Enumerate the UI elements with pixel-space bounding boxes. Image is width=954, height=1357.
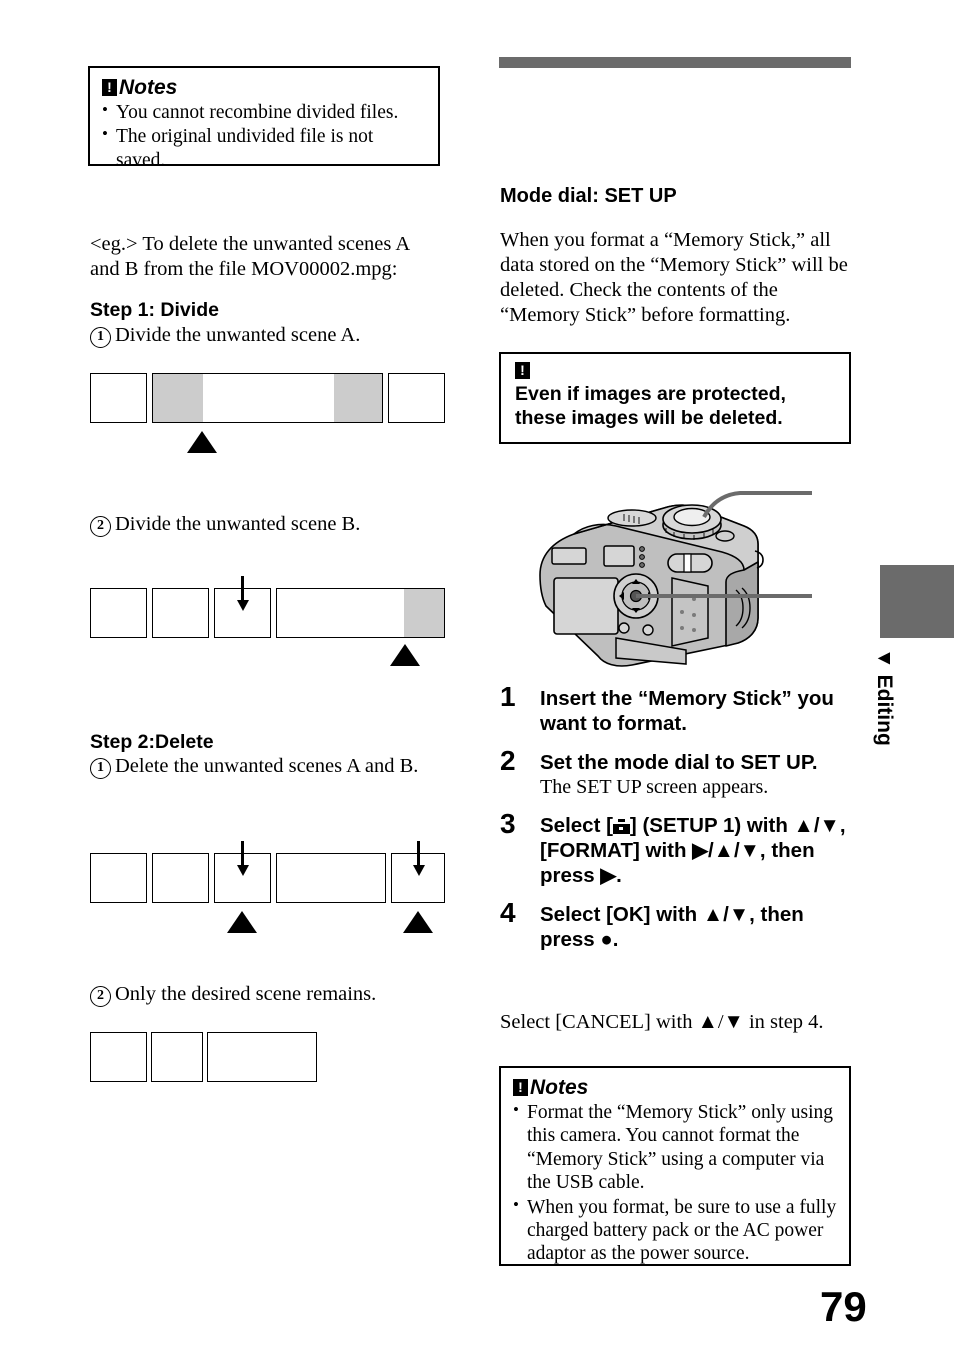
step-1-text: Insert the “Memory Stick” you want to fo… — [540, 687, 834, 735]
notes-list: Format the “Memory Stick” only using thi… — [513, 1100, 837, 1266]
step2-item2: 2 Only the desired scene remains. — [90, 982, 440, 1007]
list-item: When you format, be sure to use a fully … — [513, 1195, 837, 1266]
step-2-subtext: The SET UP screen appears. — [540, 776, 769, 798]
step2-item2-label: Only the desired scene remains. — [115, 983, 377, 1005]
filmstrip-diagram-2 — [90, 576, 450, 678]
divide-point-marker — [390, 644, 420, 666]
step2-item1: 1 Delete the unwanted scenes A and B. — [90, 754, 435, 779]
step-3-prefix: Select [ — [540, 814, 613, 837]
side-tab-label: ▼ Editing — [872, 648, 896, 746]
circled-number: 2 — [90, 986, 111, 1007]
list-item: Format the “Memory Stick” only using thi… — [513, 1100, 837, 1195]
filmstrip-diagram-1 — [90, 373, 450, 453]
tab-marker: ▼ — [873, 648, 896, 669]
caution-box: ! Even if images are protected, these im… — [499, 352, 851, 444]
page-number: 79 — [820, 1283, 867, 1330]
power-button — [715, 530, 735, 542]
filmstrip-cell-divided — [152, 373, 383, 423]
step1-item1: 1 Divide the unwanted scene A. — [90, 323, 440, 348]
caution-icon: ! — [515, 362, 530, 379]
camera-rear-illustration — [512, 478, 812, 673]
caution-text: Even if images are protected, these imag… — [515, 383, 786, 429]
step-number: 3 — [500, 808, 516, 839]
caution-icon: ! — [102, 79, 117, 97]
callout-line-mode-dial — [702, 491, 812, 519]
step-4-text: Select [OK] with ▲/▼, then press ●. — [540, 903, 804, 951]
manual-page: !Notes You cannot recombine divided file… — [0, 0, 954, 1357]
filmstrip-cell — [90, 588, 147, 638]
filmstrip-cell — [276, 853, 386, 903]
list-item: You cannot recombine divided files. — [102, 100, 426, 124]
tab-text: Editing — [873, 674, 896, 746]
divide-point-marker — [187, 431, 217, 453]
procedure-steps: 1 Insert the “Memory Stick” you want to … — [500, 681, 856, 966]
step-number: 2 — [500, 745, 516, 776]
step-4: 4 Select [OK] with ▲/▼, then press ●. — [500, 897, 856, 952]
notes-box-right: !Notes Format the “Memory Stick” only us… — [499, 1066, 851, 1266]
divide-point-marker — [227, 911, 257, 933]
viewfinder-eyepiece — [603, 545, 635, 567]
delete-arrow-shaft — [241, 576, 244, 602]
filmstrip-cell — [152, 853, 209, 903]
filmstrip-cell — [151, 1032, 203, 1082]
scene-b-segment — [334, 374, 382, 422]
cancel-instruction: Select [CANCEL] with ▲/▼ in step 4. — [500, 1010, 852, 1035]
step2-item1-label: Delete the unwanted scenes A and B. — [115, 755, 419, 777]
step2-heading: Step 2:Delete — [90, 731, 214, 753]
filmstrip-cell — [90, 1032, 147, 1082]
lcd-screen — [553, 577, 619, 635]
circled-number: 1 — [90, 758, 111, 779]
list-item: The original undivided file is not saved… — [102, 124, 426, 172]
step1-heading: Step 1: Divide — [90, 299, 219, 321]
caution-icon: ! — [513, 1079, 528, 1097]
notes-list: You cannot recombine divided files. The … — [102, 100, 426, 172]
section-title: Mode dial: SET UP — [500, 185, 677, 207]
delete-arrow-shaft — [417, 841, 420, 867]
filmstrip-cell — [152, 588, 209, 638]
step-2-text: Set the mode dial to SET UP. — [540, 751, 818, 774]
filmstrip-cell-divided — [276, 588, 445, 638]
grip-panel — [671, 577, 709, 647]
camera-svg — [539, 491, 812, 667]
step-2: 2 Set the mode dial to SET UP. The SET U… — [500, 745, 856, 799]
cancel-text: Select [CANCEL] with ▲/▼ in step 4. — [500, 1011, 824, 1033]
notes-title: ! Notes — [513, 1076, 837, 1099]
delete-arrow-head — [236, 600, 249, 611]
shutter-area — [607, 509, 657, 527]
delete-arrow-head — [236, 865, 249, 876]
intro-paragraph: When you format a “Memory Stick,” all da… — [500, 229, 848, 326]
side-tab-block — [880, 565, 954, 638]
filmstrip-diagram-4 — [90, 1032, 450, 1087]
filmstrip-diagram-3 — [90, 841, 450, 948]
step1-item2: 2 Divide the unwanted scene B. — [90, 512, 440, 537]
circled-number: 2 — [90, 516, 111, 537]
filmstrip-cell — [90, 853, 147, 903]
step-number: 1 — [500, 681, 516, 712]
setup-menu-icon — [612, 819, 630, 834]
step-3: 3 Select [] (SETUP 1) with ▲/▼, [FORMAT]… — [500, 808, 856, 888]
section-rule — [499, 57, 851, 68]
viewfinder-window — [551, 547, 587, 565]
scene-a-segment — [153, 374, 203, 422]
filmstrip-cell — [90, 373, 147, 423]
step-number: 4 — [500, 897, 516, 928]
delete-arrow-head — [412, 865, 425, 876]
example-paragraph: <eg.> To delete the unwanted scenes A an… — [90, 233, 410, 280]
circled-number: 1 — [90, 327, 111, 348]
step-1: 1 Insert the “Memory Stick” you want to … — [500, 681, 856, 736]
step1-item1-label: Divide the unwanted scene A. — [115, 324, 361, 346]
filmstrip-cell — [207, 1032, 317, 1082]
divide-point-marker — [403, 911, 433, 933]
step1-item2-label: Divide the unwanted scene B. — [115, 513, 361, 535]
notes-box-left: !Notes You cannot recombine divided file… — [88, 66, 440, 171]
notes-title: ! Notes — [102, 76, 426, 99]
scene-b-segment — [404, 589, 444, 637]
delete-arrow-shaft — [241, 841, 244, 867]
filmstrip-cell — [388, 373, 445, 423]
step-3-text: Select [] (SETUP 1) with ▲/▼, [FORMAT] w… — [540, 813, 856, 888]
